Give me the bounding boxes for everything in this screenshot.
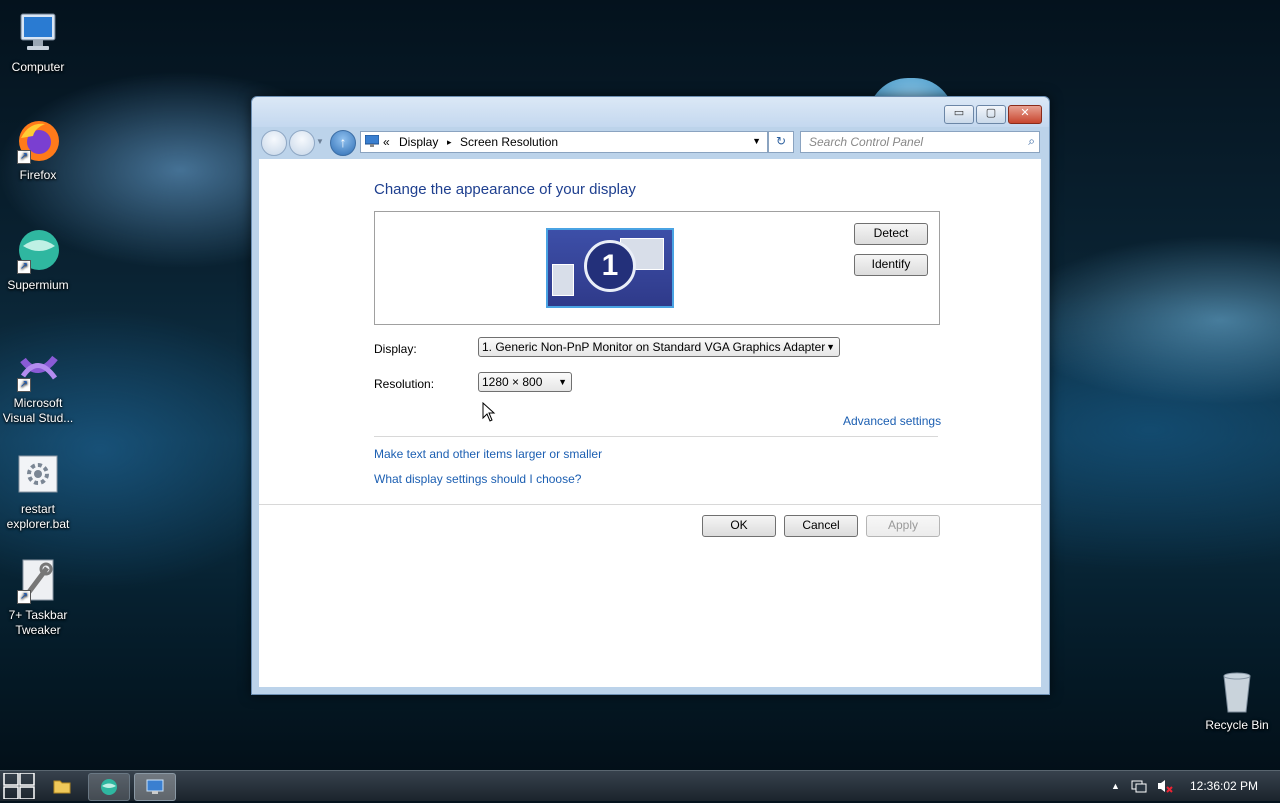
batch-file-icon	[15, 452, 61, 498]
visual-studio-icon: ↗	[15, 346, 61, 392]
taskbar-tweaker-icon: ↗	[15, 558, 61, 604]
desktop-icon-label: Supermium	[7, 278, 69, 292]
resolution-select[interactable]: 1280 × 800 ▼	[478, 372, 572, 392]
taskbar: ▲ 12:36:02 PM	[0, 770, 1280, 801]
shortcut-arrow-icon: ↗	[17, 378, 31, 392]
breadcrumb-prefix[interactable]: «	[383, 135, 390, 149]
taskbar-file-explorer[interactable]	[44, 773, 80, 799]
forward-button[interactable]	[289, 130, 315, 156]
cancel-button[interactable]: Cancel	[784, 515, 858, 537]
search-icon[interactable]: ⌕	[1028, 134, 1035, 149]
breadcrumb-display[interactable]: Display	[399, 135, 438, 149]
display-label: Display:	[374, 342, 417, 356]
minimize-button[interactable]: ▭	[944, 105, 974, 124]
computer-icon	[15, 10, 61, 56]
display-select-value: 1. Generic Non-PnP Monitor on Standard V…	[482, 340, 826, 354]
monitor-preview-window	[552, 264, 574, 296]
display-select[interactable]: 1. Generic Non-PnP Monitor on Standard V…	[478, 337, 840, 357]
taskbar-supermium[interactable]	[88, 773, 130, 801]
identify-button[interactable]: Identify	[854, 254, 928, 276]
page-title: Change the appearance of your display	[374, 181, 636, 198]
start-button[interactable]	[2, 772, 36, 800]
divider	[259, 504, 1041, 505]
desktop-icon-firefox[interactable]: ↗ Firefox	[0, 118, 76, 183]
shortcut-arrow-icon: ↗	[17, 590, 31, 604]
monitor-1-thumbnail[interactable]: 1	[546, 228, 674, 308]
divider	[374, 436, 938, 437]
volume-muted-icon[interactable]	[1156, 778, 1174, 797]
breadcrumb-screen-resolution[interactable]: Screen Resolution	[460, 135, 558, 149]
navigation-bar: ▼ ↑ « Display ▸ Screen Resolution ▼ ↻ ⌕	[252, 127, 1049, 159]
desktop-icon-label: Microsoft Visual Stud...	[2, 396, 74, 425]
resolution-label: Resolution:	[374, 377, 435, 391]
ok-button[interactable]: OK	[702, 515, 776, 537]
search-input[interactable]	[807, 134, 1021, 150]
control-panel-icon	[364, 134, 380, 150]
shortcut-arrow-icon: ↗	[17, 260, 31, 274]
monitor-number-badge: 1	[584, 240, 636, 292]
advanced-settings-link[interactable]: Advanced settings	[843, 414, 941, 428]
desktop-icon-label: restart explorer.bat	[6, 502, 70, 531]
desktop-icon-visual-studio[interactable]: ↗ Microsoft Visual Stud...	[0, 346, 76, 426]
supermium-icon: ↗	[15, 228, 61, 274]
display-settings-help-link[interactable]: What display settings should I choose?	[374, 472, 581, 486]
desktop-icon-taskbar-tweaker[interactable]: ↗ 7+ Taskbar Tweaker	[0, 558, 76, 638]
breadcrumb-separator-icon[interactable]: ▸	[447, 137, 452, 148]
desktop-icon-label: Firefox	[19, 168, 57, 182]
supermium-icon	[101, 779, 117, 795]
refresh-button[interactable]: ↻	[768, 131, 794, 153]
text-size-link[interactable]: Make text and other items larger or smal…	[374, 447, 602, 461]
detect-button[interactable]: Detect	[854, 223, 928, 245]
recent-pages-chevron-icon[interactable]: ▼	[316, 137, 324, 146]
desktop-icon-label: 7+ Taskbar Tweaker	[8, 608, 68, 637]
screen-resolution-window: ▭ ▢ ✕ ▼ ↑ « Display ▸ Screen Resolution …	[251, 96, 1050, 695]
shortcut-arrow-icon: ↗	[17, 150, 31, 164]
taskbar-control-panel[interactable]	[134, 773, 176, 801]
address-dropdown-icon[interactable]: ▼	[752, 136, 761, 146]
monitor-preview-area: 1 Detect Identify	[374, 211, 940, 325]
desktop-icon-label: Computer	[11, 60, 65, 74]
recycle-bin-icon	[1214, 668, 1260, 714]
window-titlebar[interactable]: ▭ ▢ ✕	[252, 97, 1049, 127]
desktop-icon-computer[interactable]: Computer	[0, 10, 76, 75]
up-button[interactable]: ↑	[330, 130, 356, 156]
desktop-icon-supermium[interactable]: ↗ Supermium	[0, 228, 76, 293]
apply-button[interactable]: Apply	[866, 515, 940, 537]
back-button[interactable]	[261, 130, 287, 156]
chevron-down-icon: ▼	[558, 377, 567, 387]
address-bar[interactable]: « Display ▸ Screen Resolution ▼	[360, 131, 768, 153]
close-button[interactable]: ✕	[1008, 105, 1042, 124]
maximize-button[interactable]: ▢	[976, 105, 1006, 124]
clock[interactable]: 12:36:02 PM	[1190, 779, 1258, 793]
desktop-icon-recycle-bin[interactable]: Recycle Bin	[1198, 668, 1276, 733]
refresh-icon: ↻	[775, 134, 787, 148]
desktop-icon-restart-explorer[interactable]: restart explorer.bat	[0, 452, 76, 532]
folder-icon	[53, 780, 71, 794]
content-pane: Change the appearance of your display 1 …	[259, 159, 1041, 687]
windows-start-icon	[3, 772, 35, 800]
resolution-select-value: 1280 × 800	[482, 375, 543, 389]
network-icon[interactable]	[1131, 778, 1147, 797]
control-panel-icon	[146, 779, 164, 794]
desktop-icon-label: Recycle Bin	[1205, 718, 1269, 732]
search-box[interactable]: ⌕	[800, 131, 1040, 153]
firefox-icon: ↗	[15, 118, 61, 164]
chevron-down-icon: ▼	[826, 342, 835, 352]
show-hidden-icons-button[interactable]: ▲	[1111, 781, 1120, 791]
